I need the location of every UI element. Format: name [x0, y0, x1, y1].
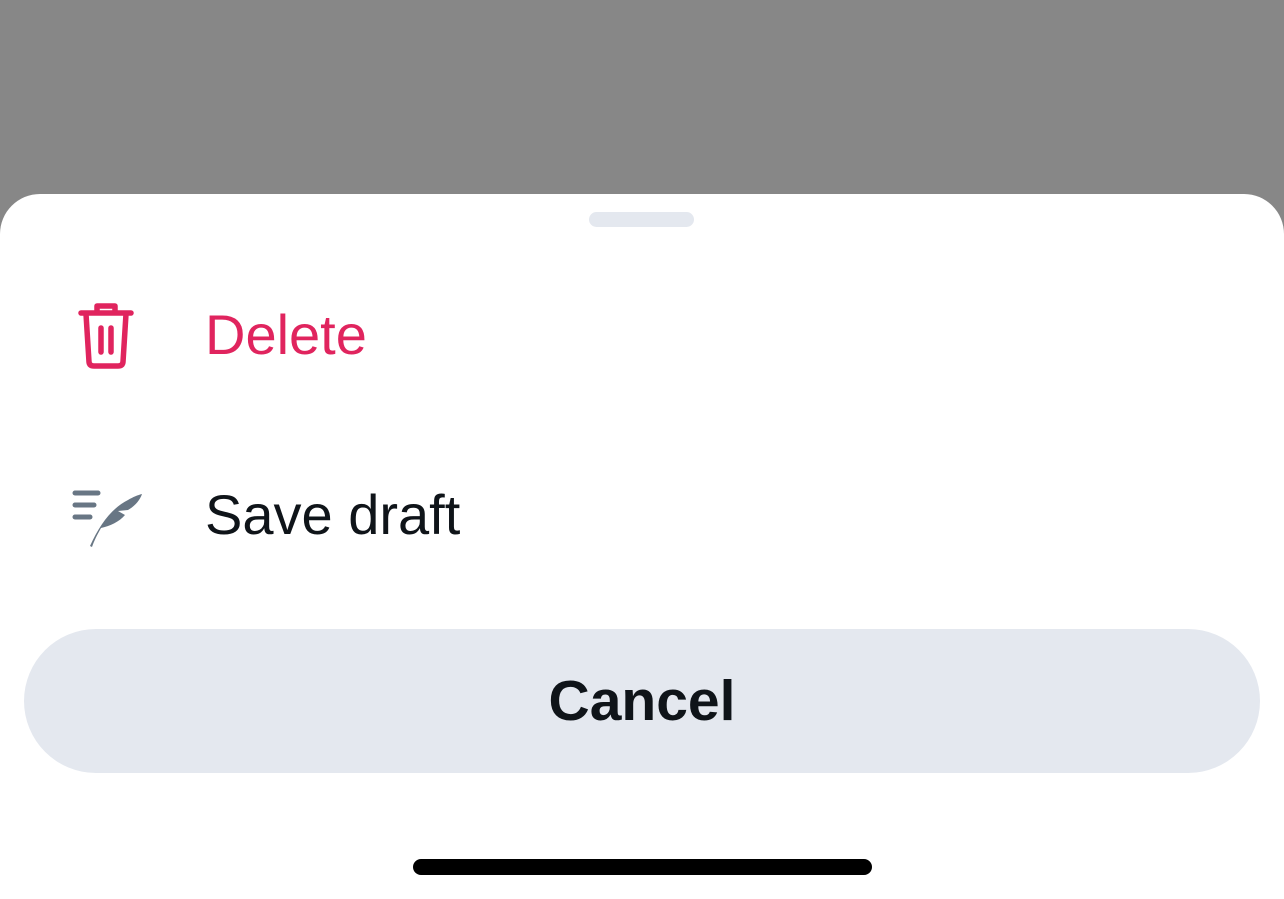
quill-icon: [70, 480, 142, 552]
dim-backdrop[interactable]: [0, 0, 1284, 194]
home-indicator: [413, 859, 872, 875]
trash-icon: [70, 300, 142, 372]
sheet-grabber-handle[interactable]: [589, 212, 694, 227]
delete-action[interactable]: Delete: [0, 260, 1284, 410]
action-sheet: Delete Save draft Cancel: [0, 194, 1284, 899]
screen: Delete Save draft Cancel: [0, 0, 1284, 899]
save-draft-label: Save draft: [205, 483, 461, 546]
cancel-button[interactable]: Cancel: [24, 629, 1260, 773]
delete-label: Delete: [205, 303, 367, 366]
save-draft-action[interactable]: Save draft: [0, 440, 1284, 590]
